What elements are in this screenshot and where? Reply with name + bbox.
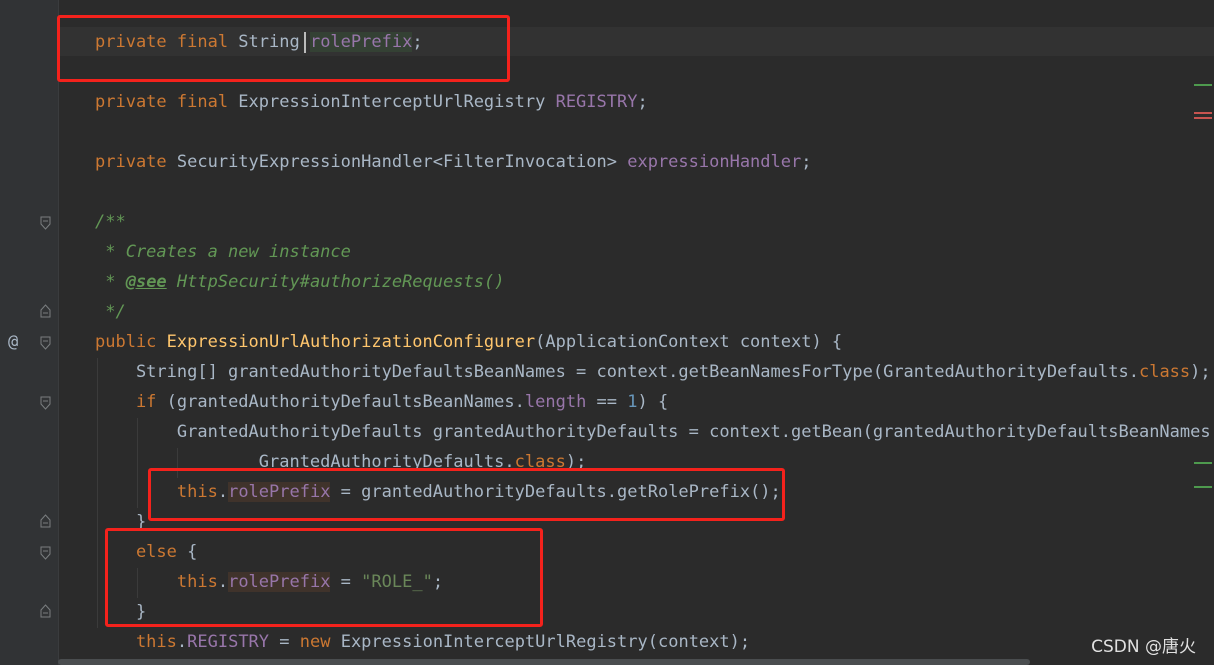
code-token: (ApplicationContext context) { — [535, 332, 843, 352]
code-token: ; — [637, 92, 648, 112]
code-token: SecurityExpressionHandler<FilterInvocati… — [176, 152, 628, 172]
code-token: HttpSecurity#authorizeRequests() — [166, 272, 505, 292]
code-token: * Creates a new instance — [95, 242, 351, 262]
code-token: new — [299, 632, 341, 652]
code-line[interactable]: */ — [95, 297, 126, 327]
code-token: ExpressionUrlAuthorizationConfigurer — [166, 332, 536, 352]
change-marker — [1194, 84, 1212, 86]
code-token: ); — [1190, 362, 1211, 382]
code-token: 1 — [627, 392, 638, 412]
code-line[interactable]: public ExpressionUrlAuthorizationConfigu… — [95, 327, 842, 357]
error-marker — [1194, 117, 1212, 119]
error-marker — [1194, 112, 1212, 114]
code-token: class — [1138, 362, 1191, 382]
code-token: /** — [95, 212, 126, 232]
code-token: GrantedAuthorityDefaults grantedAuthorit… — [95, 422, 1214, 442]
annotation-box — [57, 15, 510, 82]
code-line[interactable]: private final ExpressionInterceptUrlRegi… — [95, 87, 648, 117]
change-marker — [1194, 486, 1212, 488]
code-token: public — [95, 332, 167, 352]
code-token: this — [95, 632, 177, 652]
annotation-box — [105, 528, 543, 627]
code-line[interactable]: String[] grantedAuthorityDefaultsBeanNam… — [95, 357, 1211, 387]
code-token: ) { — [637, 392, 669, 412]
code-line[interactable]: this.REGISTRY = new ExpressionInterceptU… — [95, 627, 750, 657]
code-token: @see — [125, 272, 167, 292]
change-marker — [1194, 462, 1212, 464]
code-token: private final — [95, 92, 239, 112]
code-token: == — [586, 392, 628, 412]
code-token: REGISTRY — [555, 92, 638, 112]
code-token: String[] grantedAuthorityDefaultsBeanNam… — [95, 362, 1139, 382]
code-line[interactable]: private SecurityExpressionHandler<Filter… — [95, 147, 811, 177]
code-token: if — [95, 392, 167, 412]
code-token: */ — [95, 302, 126, 322]
code-token: private — [95, 152, 177, 172]
code-line[interactable]: GrantedAuthorityDefaults grantedAuthorit… — [95, 417, 1214, 447]
code-token: ExpressionInterceptUrlRegistry(context); — [340, 632, 751, 652]
code-line[interactable]: if (grantedAuthorityDefaultsBeanNames.le… — [95, 387, 668, 417]
annotation-box — [148, 468, 785, 521]
watermark: CSDN @唐火 — [1091, 637, 1196, 657]
code-token: (grantedAuthorityDefaultsBeanNames. — [166, 392, 525, 412]
code-token: length — [524, 392, 587, 412]
code-line[interactable]: /** — [95, 207, 126, 237]
code-line[interactable]: * Creates a new instance — [95, 237, 351, 267]
code-token: expressionHandler — [627, 152, 802, 172]
horizontal-scrollbar[interactable] — [58, 659, 1030, 665]
code-token: * — [95, 272, 126, 292]
code-token: REGISTRY — [187, 632, 270, 652]
code-token: . — [176, 632, 188, 652]
code-token: = — [269, 632, 300, 652]
code-token: ; — [801, 152, 812, 172]
code-token: ExpressionInterceptUrlRegistry — [238, 92, 556, 112]
code-line[interactable]: * @see HttpSecurity#authorizeRequests() — [95, 267, 504, 297]
